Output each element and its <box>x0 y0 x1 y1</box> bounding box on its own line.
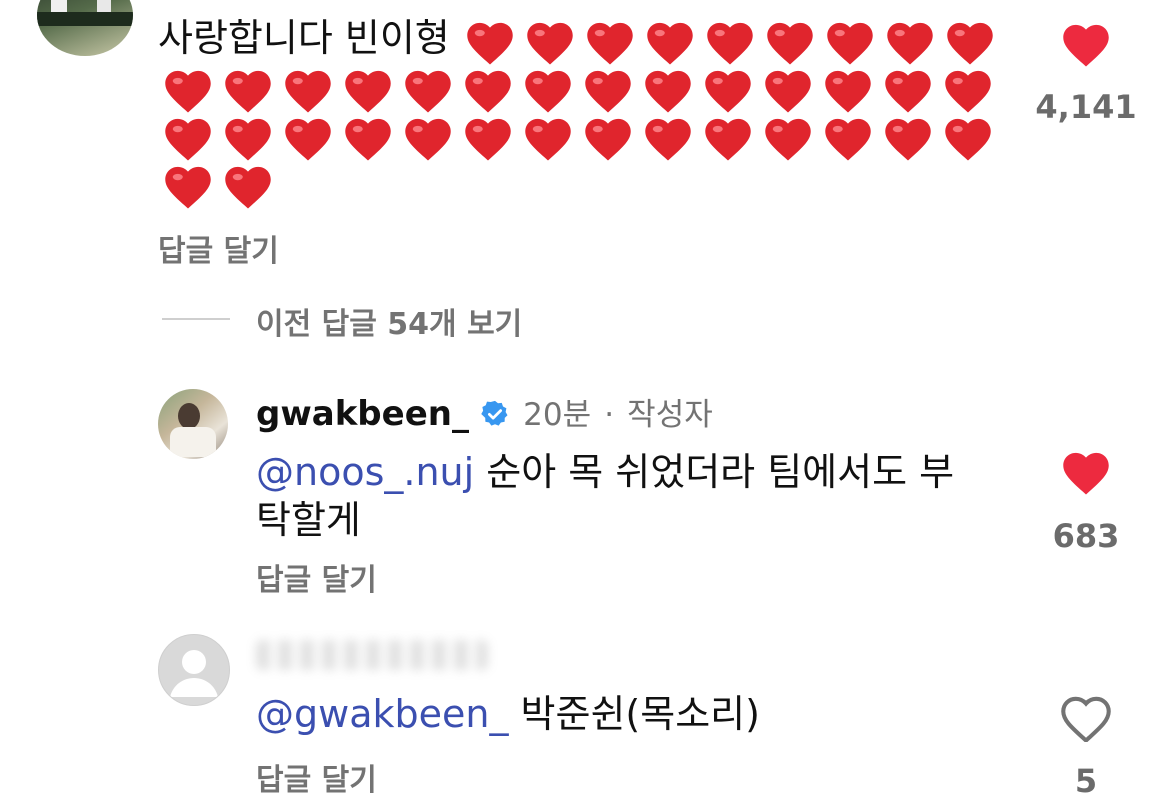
heart-emoji-icon <box>527 22 573 65</box>
like-button[interactable] <box>1058 18 1114 68</box>
heart-emoji-icon <box>165 118 211 161</box>
heart-outline-icon <box>1061 696 1111 744</box>
default-avatar-icon <box>170 650 218 697</box>
reply-text-line2: 탁할게 <box>256 498 361 542</box>
like-count: 4,141 <box>1035 88 1137 126</box>
heart-emoji-icon <box>585 118 631 161</box>
heart-filled-icon <box>1063 452 1109 495</box>
comment-time: 20분 <box>523 397 592 433</box>
blurred-username <box>256 640 488 670</box>
heart-emoji-icon <box>345 70 391 113</box>
heart-emoji-icon <box>825 118 871 161</box>
heart-emoji-icon <box>825 70 871 113</box>
author-badge: 작성자 <box>627 397 713 433</box>
heart-emoji-icon <box>225 118 271 161</box>
reply-button[interactable]: 답글 달기 <box>256 755 377 799</box>
heart-emoji-icon <box>705 118 751 161</box>
meta-separator: · <box>604 397 615 433</box>
heart-emoji-icon <box>945 70 991 113</box>
author-username[interactable]: gwakbeen_ <box>256 394 469 434</box>
heart-emoji-icon <box>525 118 571 161</box>
heart-emoji-icon <box>345 118 391 161</box>
heart-emoji-icon <box>225 166 271 209</box>
heart-emoji-icon <box>285 70 331 113</box>
heart-emoji-icon <box>767 22 813 65</box>
heart-emoji-icon <box>465 118 511 161</box>
commenter-avatar[interactable] <box>37 0 133 56</box>
heart-emoji-icon <box>645 70 691 113</box>
heart-filled-icon <box>1063 24 1109 67</box>
verified-badge-icon <box>481 400 508 426</box>
author-header: gwakbeen_ 20분 · 작성자 <box>256 389 713 434</box>
heart-emoji-icon <box>285 118 331 161</box>
heart-emoji-icon <box>947 22 993 65</box>
like-button[interactable] <box>1058 692 1114 744</box>
heart-emoji-icon <box>707 22 753 65</box>
heart-emoji-icon <box>405 118 451 161</box>
like-count: 5 <box>1074 762 1098 800</box>
user-reply-text: @gwakbeen_ 박준쉰(목소리) <box>256 690 1016 738</box>
reply-button[interactable]: 답글 달기 <box>158 226 279 270</box>
heart-emoji-icon <box>465 70 511 113</box>
like-button[interactable] <box>1058 446 1114 496</box>
heart-emoji-icon <box>525 70 571 113</box>
heart-emoji-icon <box>587 22 633 65</box>
reply-text: 박준쉰(목소리) <box>508 692 760 736</box>
heart-emoji-icon <box>705 70 751 113</box>
heart-emoji-icon <box>225 70 271 113</box>
author-avatar[interactable] <box>158 389 228 459</box>
heart-emoji-icon <box>647 22 693 65</box>
heart-emoji-icon <box>885 118 931 161</box>
heart-emoji-icon <box>467 22 513 65</box>
heart-emoji-icon <box>405 70 451 113</box>
heart-emoji-icon <box>585 70 631 113</box>
reply-text-line1: 순아 목 쉬었더라 팀에서도 부 <box>474 450 955 494</box>
view-replies-divider <box>162 318 230 320</box>
heart-emoji-icon <box>945 118 991 161</box>
heart-emoji-icon <box>827 22 873 65</box>
heart-emoji-icon <box>887 22 933 65</box>
comment-text-span: 사랑합니다 빈이형 <box>158 16 450 60</box>
mention-link[interactable]: @gwakbeen_ <box>256 692 508 736</box>
user-avatar[interactable] <box>158 634 230 706</box>
heart-emoji-icon <box>645 118 691 161</box>
heart-emoji-icon <box>765 118 811 161</box>
mention-link[interactable]: @noos_.nuj <box>256 450 474 494</box>
view-previous-replies[interactable]: 이전 답글 54개 보기 <box>256 299 522 343</box>
comment-text: 사랑합니다 빈이형 <box>158 16 450 60</box>
author-reply-text: @noos_.nuj 순아 목 쉬었더라 팀에서도 부 탁할게 <box>256 448 1016 544</box>
heart-emoji-icon <box>885 70 931 113</box>
like-count: 683 <box>1052 517 1120 555</box>
heart-emoji-icon <box>165 70 211 113</box>
heart-emoji-icon <box>165 166 211 209</box>
heart-emoji-icon <box>765 70 811 113</box>
reply-button[interactable]: 답글 달기 <box>256 555 377 599</box>
